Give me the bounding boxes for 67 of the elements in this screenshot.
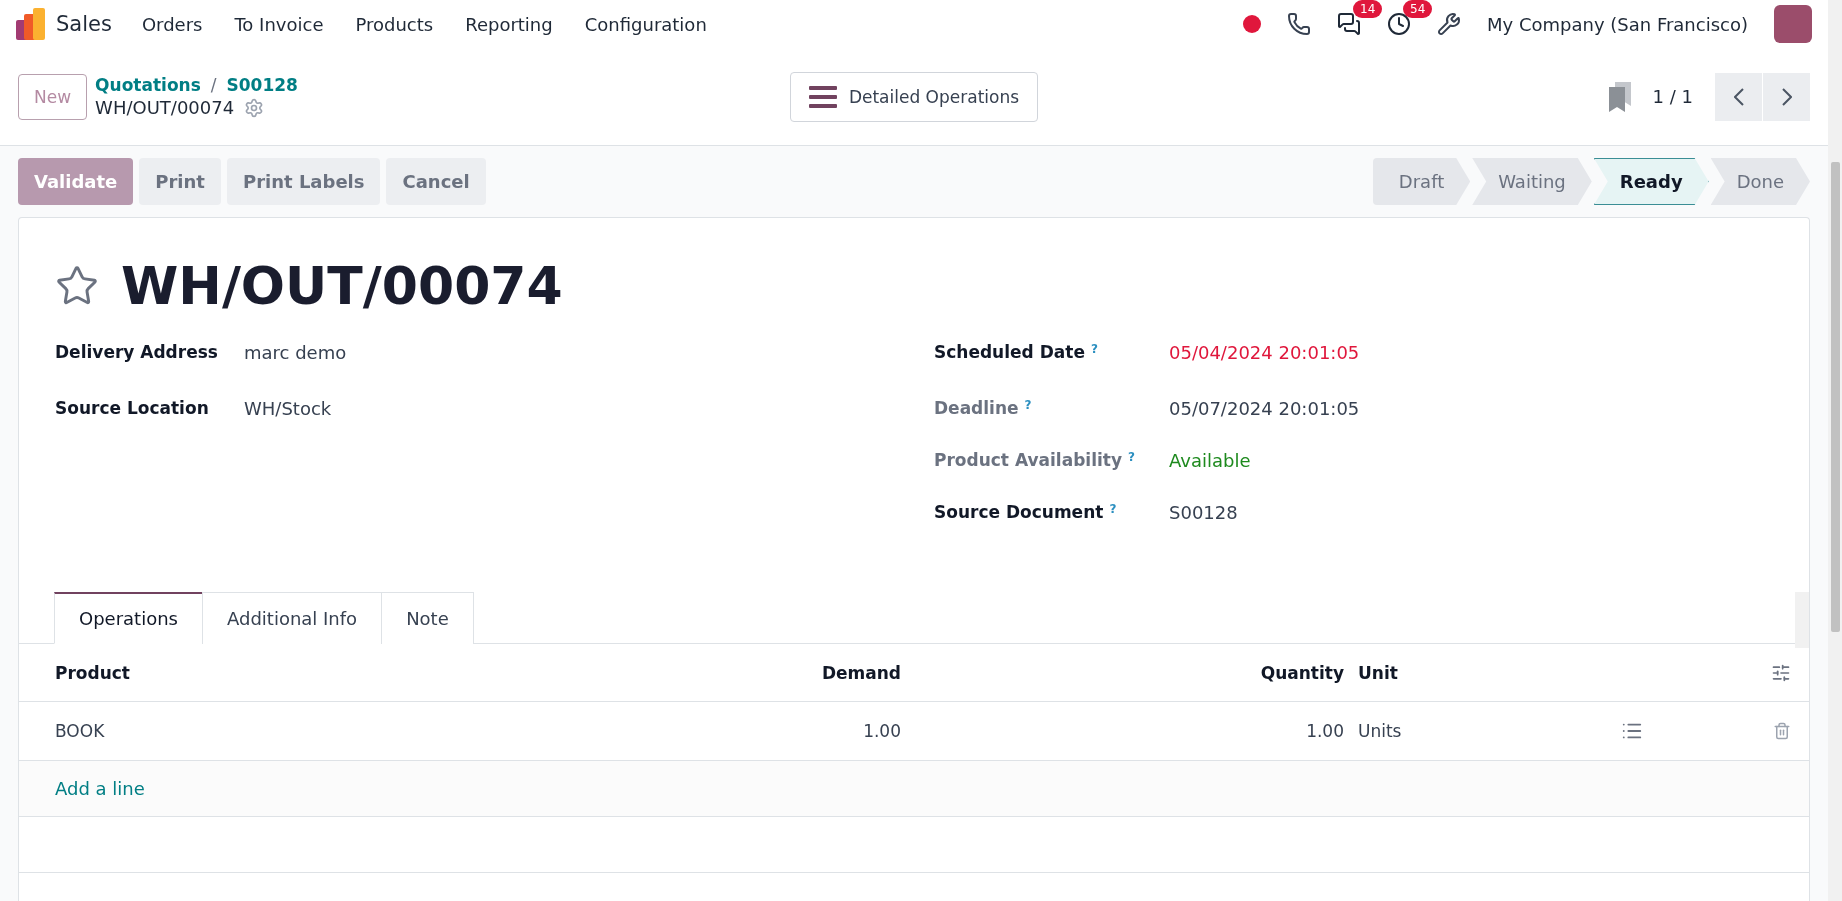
- scrollbar[interactable]: [1795, 592, 1809, 648]
- menu-item[interactable]: Configuration: [584, 13, 707, 35]
- field-value[interactable]: 05/07/2024 20:01:05: [1169, 398, 1773, 419]
- breadcrumb-separator: /: [210, 75, 217, 95]
- field-label: Source Location: [55, 398, 210, 418]
- chat-icon[interactable]: [1337, 12, 1362, 36]
- action-button[interactable]: Print: [139, 158, 221, 205]
- column-settings-icon[interactable]: [1771, 662, 1791, 683]
- notification-badge: 14: [1353, 0, 1383, 18]
- notification-badge: 54: [1403, 0, 1433, 18]
- pager-value: 1 / 1: [1652, 86, 1693, 107]
- scrollbar-thumb[interactable]: [1830, 162, 1840, 632]
- company-name[interactable]: My Company (San Francisco): [1487, 13, 1748, 35]
- column-header[interactable]: Demand: [601, 662, 901, 683]
- tools-icon[interactable]: [1437, 12, 1462, 36]
- help-tooltip[interactable]: ?: [1090, 342, 1098, 356]
- breadcrumb-link[interactable]: S00128: [226, 75, 298, 95]
- menu-item[interactable]: Products: [355, 13, 434, 35]
- menu-item[interactable]: Reporting: [465, 13, 553, 35]
- field-label: Scheduled Date: [934, 342, 1085, 362]
- tab[interactable]: Note: [381, 592, 474, 644]
- status-stage[interactable]: Draft: [1372, 158, 1471, 205]
- table-cell-text: 1.00: [1305, 721, 1344, 741]
- status-stage[interactable]: Ready: [1593, 158, 1709, 205]
- tab[interactable]: Operations: [54, 592, 203, 644]
- field-label: Source Document: [934, 502, 1104, 522]
- phone-icon[interactable]: [1287, 12, 1312, 36]
- chevron-right-icon: [1781, 87, 1792, 106]
- record-title: WH/OUT/00074: [121, 256, 563, 316]
- status-stage[interactable]: Waiting: [1472, 158, 1592, 205]
- action-button[interactable]: Cancel: [386, 158, 486, 205]
- column-header[interactable]: Unit: [1344, 662, 1591, 683]
- table-cell-text: 1.00: [862, 721, 901, 741]
- field-value[interactable]: S00128: [1169, 502, 1773, 523]
- field-value[interactable]: 05/04/2024 20:01:05: [1169, 342, 1773, 363]
- delete-icon[interactable]: [1773, 722, 1791, 740]
- user-avatar[interactable]: [1774, 5, 1812, 43]
- app-logo-icon: [16, 8, 46, 40]
- breadcrumb-link[interactable]: Quotations: [95, 75, 201, 95]
- chevron-left-icon: [1733, 87, 1744, 106]
- bookmarks-icon[interactable]: [1608, 81, 1631, 112]
- field-value[interactable]: marc demo: [244, 342, 894, 363]
- menu-item[interactable]: To Invoice: [234, 13, 324, 35]
- settings-icon[interactable]: [244, 97, 265, 118]
- help-tooltip[interactable]: ?: [1128, 450, 1135, 464]
- current-record: WH/OUT/00074: [95, 97, 235, 118]
- help-tooltip[interactable]: ?: [1109, 502, 1117, 516]
- field-value[interactable]: WH/Stock: [244, 398, 894, 419]
- app-name[interactable]: Sales: [56, 12, 112, 36]
- action-button[interactable]: Print Labels: [226, 158, 381, 205]
- field-label: Delivery Address: [55, 342, 219, 362]
- detailed-operations-button[interactable]: Detailed Operations: [789, 71, 1039, 122]
- clock-icon[interactable]: [1387, 12, 1412, 36]
- menu-icon: [808, 84, 837, 109]
- field-label: Product Availability: [934, 450, 1122, 470]
- status-stage[interactable]: Done: [1710, 158, 1810, 205]
- field-value[interactable]: Available: [1169, 450, 1773, 471]
- tab[interactable]: Additional Info: [201, 592, 383, 644]
- table-cell-text: BOOK: [55, 721, 106, 741]
- column-header[interactable]: Quantity: [901, 662, 1344, 683]
- menu-item[interactable]: Orders: [141, 13, 203, 35]
- help-tooltip[interactable]: ?: [1024, 398, 1032, 412]
- add-line-link[interactable]: Add a line: [55, 778, 145, 799]
- field-label: Deadline: [934, 398, 1019, 418]
- column-header[interactable]: Product: [55, 662, 601, 683]
- table-cell-text: Units: [1357, 721, 1403, 741]
- recording-icon[interactable]: [1243, 15, 1262, 33]
